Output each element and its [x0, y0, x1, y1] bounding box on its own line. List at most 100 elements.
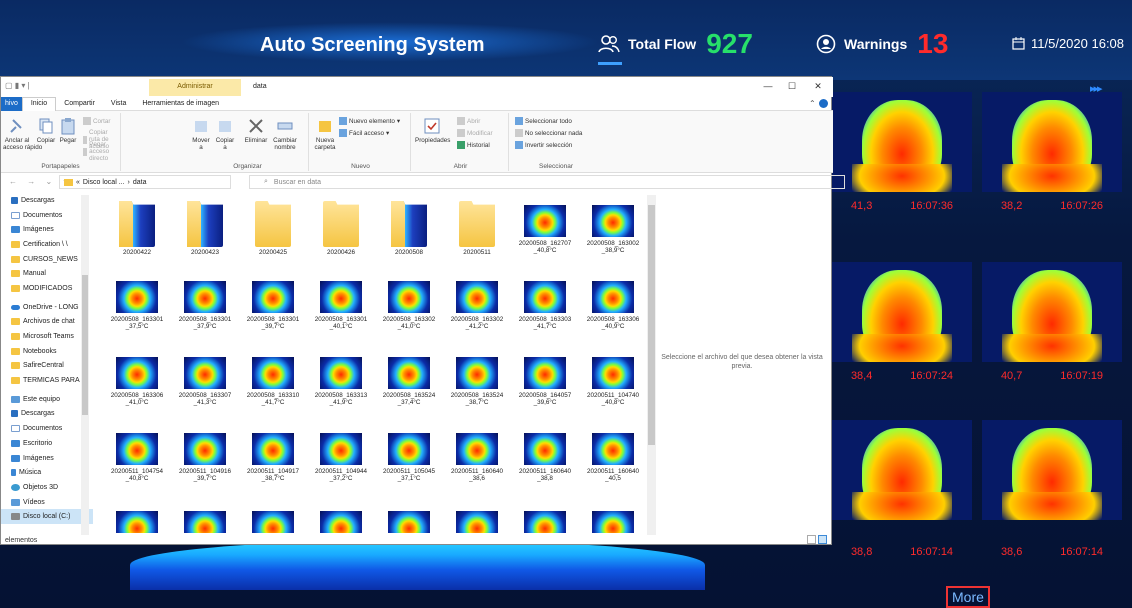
tab-archivo[interactable]: hivo [1, 96, 22, 111]
image-file-item[interactable]: 20200511_104740 _40,8°C [581, 353, 645, 406]
admin-context-tab[interactable]: Administrar [149, 79, 241, 96]
nav-item[interactable]: Manual [1, 266, 93, 281]
nav-item[interactable]: Vídeos [1, 495, 93, 510]
image-file-item[interactable] [445, 507, 509, 533]
image-file-item[interactable] [581, 507, 645, 533]
files-scrollbar[interactable] [647, 195, 656, 535]
maximize-icon[interactable]: ☐ [783, 81, 801, 92]
copy-to-button[interactable]: Copiar a [213, 117, 237, 151]
image-file-item[interactable]: 20200511_104754 _40,8°C [105, 429, 169, 482]
edit-button[interactable]: Modificar [457, 129, 493, 137]
search-input[interactable]: ⌕ Buscar en data [249, 175, 845, 189]
nav-item[interactable]: Este equipo [1, 392, 93, 407]
properties-button[interactable]: Propiedades [415, 117, 450, 144]
tab-vista[interactable]: Vista [103, 100, 134, 107]
face-card[interactable]: 38,4 16:07:24 [832, 262, 972, 392]
large-icons-view-icon[interactable] [818, 535, 827, 544]
nav-item[interactable]: Imágenes [1, 222, 93, 237]
nav-scrollbar[interactable] [81, 195, 89, 535]
ribbon-collapse-icon[interactable]: ⌃ [809, 99, 816, 108]
delete-button[interactable]: Eliminar [243, 117, 269, 144]
image-file-item[interactable] [513, 507, 577, 533]
move-to-button[interactable]: Mover a [189, 117, 213, 151]
image-file-item[interactable]: 20200508_163524 _37,4°C [377, 353, 441, 406]
image-file-item[interactable]: 20200508_163301 _39,7°C [241, 277, 305, 330]
folder-item[interactable]: 20200426 [309, 201, 373, 256]
select-none-button[interactable]: No seleccionar nada [515, 129, 582, 137]
nav-item[interactable]: Notebooks [1, 344, 93, 359]
help-icon[interactable] [819, 99, 828, 108]
nav-item[interactable]: Documentos [1, 421, 93, 436]
face-card[interactable]: 38,6 16:07:14 [982, 420, 1122, 558]
image-file-item[interactable]: 20200511_160640 _40,5 [581, 429, 645, 482]
image-file-item[interactable]: 20200511_104944 _37,2°C [309, 429, 373, 482]
address-segment[interactable]: data [133, 179, 147, 186]
folder-item[interactable]: 20200423 [173, 201, 237, 256]
image-file-item[interactable]: 20200511_160640 _38,8 [513, 429, 577, 482]
copy-button[interactable]: Copiar [35, 117, 57, 144]
image-file-item[interactable]: 20200508_164057 _39,6°C [513, 353, 577, 406]
nav-item[interactable]: Objetos 3D [1, 480, 93, 495]
more-button[interactable]: More [946, 586, 990, 608]
face-card[interactable]: 40,7 16:07:19 [982, 262, 1122, 392]
image-file-item[interactable]: 20200508_163301 _37,5°C [105, 277, 169, 330]
image-file-item[interactable]: 20200508_163306 _41,0°C [105, 353, 169, 406]
image-file-item[interactable] [309, 507, 373, 533]
face-card[interactable]: 38,8 16:07:14 [832, 420, 972, 558]
image-file-item[interactable]: 20200508_162707 _40,8°C [513, 201, 577, 254]
nav-item[interactable]: Archivos de chat [1, 315, 93, 330]
folder-item[interactable]: 20200508 [377, 201, 441, 256]
image-file-item[interactable]: 20200508_163313 _41,9°C [309, 353, 373, 406]
image-file-item[interactable]: 20200508_163303 _41,7°C [513, 277, 577, 330]
image-file-item[interactable]: 20200508_163307 _41,3°C [173, 353, 237, 406]
address-bar[interactable]: « Disco local ... › data [59, 175, 231, 189]
nav-item[interactable]: Imágenes [1, 451, 93, 466]
image-file-item[interactable]: 20200511_104916 _39,7°C [173, 429, 237, 482]
nav-item[interactable]: Descargas [1, 193, 93, 208]
image-file-item[interactable]: 20200508_163301 _37,9°C [173, 277, 237, 330]
close-icon[interactable]: ✕ [809, 81, 827, 92]
minimize-icon[interactable]: — [759, 81, 777, 91]
cut-button[interactable]: Cortar [83, 117, 111, 125]
nav-item[interactable]: MODIFICADOS [1, 281, 93, 296]
nav-item[interactable]: SafireCentral [1, 359, 93, 374]
face-card[interactable]: 38,2 16:07:26 [982, 92, 1122, 222]
nav-item[interactable]: Escritorio [1, 436, 93, 451]
image-file-item[interactable]: 20200511_104917 _38,7°C [241, 429, 305, 482]
tab-compartir[interactable]: Compartir [56, 100, 103, 107]
image-file-item[interactable] [377, 507, 441, 533]
select-all-button[interactable]: Seleccionar todo [515, 117, 572, 125]
image-file-item[interactable]: 20200511_160640 _38,6 [445, 429, 509, 482]
tab-herramientas-imagen[interactable]: Herramientas de imagen [134, 100, 227, 107]
quick-access-toolbar[interactable]: ▢ ▮ ▾ | [5, 81, 30, 90]
open-button[interactable]: Abrir [457, 117, 480, 125]
nav-item[interactable]: Disco local (C:) [1, 509, 93, 525]
address-segment[interactable]: Disco local ... [83, 179, 125, 186]
image-file-item[interactable]: 20200508_163310 _41,7°C [241, 353, 305, 406]
nav-item[interactable]: Certification \ \ [1, 237, 93, 252]
invert-selection-button[interactable]: Invertir selección [515, 141, 572, 149]
image-file-item[interactable]: 20200511_105045 _37,1°C [377, 429, 441, 482]
new-item-button[interactable]: Nuevo elemento ▾ [339, 117, 400, 125]
easy-access-button[interactable]: Fácil acceso ▾ [339, 129, 389, 137]
rename-button[interactable]: Cambiar nombre [271, 117, 299, 151]
image-file-item[interactable] [173, 507, 237, 533]
paste-shortcut-button[interactable]: Pegar acceso directo [83, 141, 120, 162]
nav-item[interactable]: Microsoft Teams [1, 329, 93, 344]
image-file-item[interactable] [241, 507, 305, 533]
nav-item[interactable]: TERMICAS PARA [1, 373, 93, 388]
image-file-item[interactable]: 20200508_163524 _38,7°C [445, 353, 509, 406]
pin-button[interactable]: Anclar al acceso rápido [3, 117, 42, 151]
nav-item[interactable]: CURSOS_NEWS [1, 252, 93, 267]
folder-item[interactable]: 20200425 [241, 201, 305, 256]
folder-item[interactable]: 20200422 [105, 201, 169, 256]
new-folder-button[interactable]: Nueva carpeta [313, 117, 337, 151]
details-view-icon[interactable] [807, 535, 816, 544]
image-file-item[interactable]: 20200508_163302 _41,0°C [377, 277, 441, 330]
face-card[interactable]: 41,3 16:07:36 [832, 92, 972, 222]
nav-item[interactable]: Documentos [1, 208, 93, 223]
paste-button[interactable]: Pegar [57, 117, 79, 144]
image-file-item[interactable] [105, 507, 169, 533]
image-file-item[interactable]: 20200508_163302 _41,2°C [445, 277, 509, 330]
history-button[interactable]: Historial [457, 141, 490, 149]
